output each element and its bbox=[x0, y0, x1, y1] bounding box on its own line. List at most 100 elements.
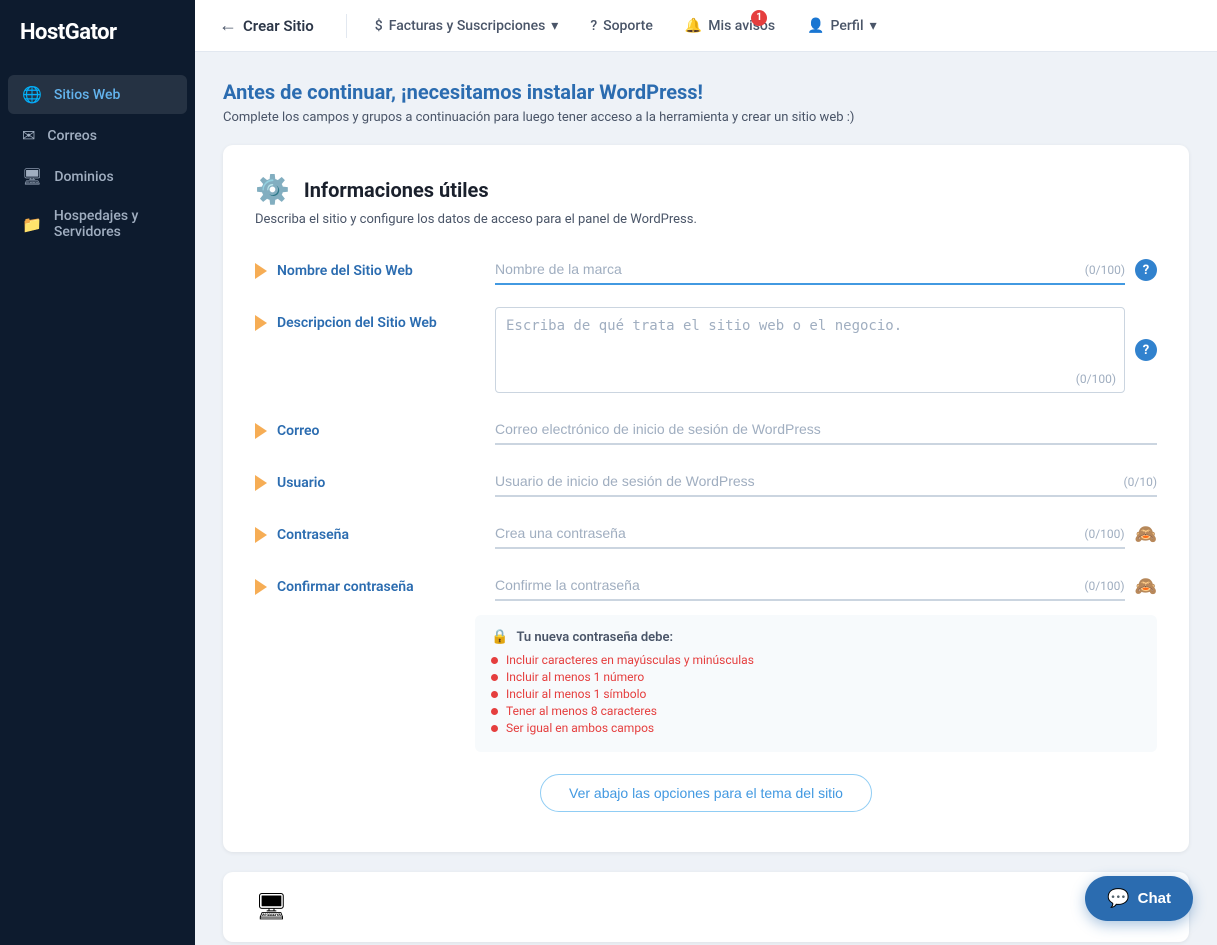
notifications-nav-item[interactable]: 🔔 1 Mis avisos bbox=[673, 12, 787, 40]
sidebar-item-label: Hospedajes y Servidores bbox=[54, 208, 173, 240]
sidebar-item-hospedajes[interactable]: 📁 Hospedajes y Servidores bbox=[8, 198, 187, 250]
main-area: ← Crear Sitio $ Facturas y Suscripciones… bbox=[195, 0, 1217, 945]
form-label-col-site-desc: Descripcion del Sitio Web bbox=[255, 307, 475, 331]
confirmar-contrasena-input[interactable] bbox=[495, 571, 1125, 599]
label-correo: Correo bbox=[277, 423, 319, 439]
billing-chevron-icon: ▾ bbox=[551, 18, 558, 34]
label-confirmar-contrasena: Confirmar contraseña bbox=[277, 579, 414, 595]
site-name-count: (0/100) bbox=[1085, 263, 1125, 277]
site-desc-help-icon[interactable]: ? bbox=[1135, 339, 1157, 361]
sidebar-item-label: Dominios bbox=[54, 169, 113, 185]
pwd-req-text-4: Tener al menos 8 caracteres bbox=[506, 704, 657, 718]
content-area: Antes de continuar, ¡necesitamos instala… bbox=[195, 52, 1217, 945]
form-label-col-confirmar-contrasena: Confirmar contraseña bbox=[255, 571, 475, 595]
flag-icon-confirmar-contrasena bbox=[255, 579, 267, 595]
pwd-req-3: Incluir al menos 1 símbolo bbox=[491, 687, 1141, 701]
pwd-requirements-header: 🔒 Tu nueva contraseña debe: bbox=[491, 629, 1141, 645]
billing-nav-item[interactable]: $ Facturas y Suscripciones ▾ bbox=[363, 12, 571, 40]
notification-count-badge: 1 bbox=[751, 10, 767, 26]
label-contrasena: Contraseña bbox=[277, 527, 349, 543]
req-dot-1 bbox=[491, 657, 498, 664]
page-header: Antes de continuar, ¡necesitamos instala… bbox=[223, 80, 1189, 125]
back-button[interactable]: ← Crear Sitio bbox=[219, 15, 330, 36]
usuario-input[interactable] bbox=[495, 467, 1157, 495]
toggle-confirm-password-icon[interactable]: 🙈 bbox=[1135, 576, 1157, 597]
flag-icon-correo bbox=[255, 423, 267, 439]
desktop-icon: 🖥 bbox=[22, 167, 42, 186]
billing-icon: $ bbox=[375, 18, 383, 34]
form-label-col-contrasena: Contraseña bbox=[255, 519, 475, 543]
sidebar-item-sitios-web[interactable]: 🌐 Sitios Web bbox=[8, 75, 187, 114]
label-site-name: Nombre del Sitio Web bbox=[277, 263, 413, 279]
site-name-help-icon[interactable]: ? bbox=[1135, 259, 1157, 281]
contrasena-input[interactable] bbox=[495, 519, 1125, 547]
bottom-card-icon: 🖥 bbox=[255, 892, 288, 922]
flag-icon-contrasena bbox=[255, 527, 267, 543]
pwd-req-2: Incluir al menos 1 número bbox=[491, 670, 1141, 684]
bottom-card-partial: 🖥 bbox=[223, 872, 1189, 942]
page-title: Antes de continuar, ¡necesitamos instala… bbox=[223, 80, 1189, 104]
sidebar-item-correos[interactable]: ✉ Correos bbox=[8, 116, 187, 155]
chat-icon: 💬 bbox=[1107, 888, 1129, 909]
site-desc-count: (0/100) bbox=[1076, 372, 1116, 386]
pwd-req-text-2: Incluir al menos 1 número bbox=[506, 670, 644, 684]
form-row-site-desc: Descripcion del Sitio Web (0/100) ? bbox=[255, 307, 1157, 393]
sidebar: HostGator 🌐 Sitios Web ✉ Correos 🖥 Domin… bbox=[0, 0, 195, 945]
input-wrapper-confirmar-contrasena: (0/100) bbox=[495, 571, 1125, 601]
see-more-button[interactable]: Ver abajo las opciones para el tema del … bbox=[540, 774, 872, 812]
toggle-password-icon[interactable]: 🙈 bbox=[1135, 524, 1157, 545]
input-wrapper-usuario: (0/10) bbox=[495, 467, 1157, 497]
pwd-req-text-3: Incluir al menos 1 símbolo bbox=[506, 687, 646, 701]
profile-icon: 👤 bbox=[807, 18, 824, 34]
form-field-col-site-desc: (0/100) ? bbox=[495, 307, 1157, 393]
sidebar-item-label: Sitios Web bbox=[54, 87, 120, 103]
req-dot-3 bbox=[491, 691, 498, 698]
support-nav-item[interactable]: ? Soporte bbox=[578, 12, 665, 40]
pwd-req-5: Ser igual en ambos campos bbox=[491, 721, 1141, 735]
input-wrapper-contrasena: (0/100) bbox=[495, 519, 1125, 549]
pwd-req-text-1: Incluir caracteres en mayúsculas y minús… bbox=[506, 653, 754, 667]
req-dot-2 bbox=[491, 674, 498, 681]
form-row-usuario: Usuario (0/10) bbox=[255, 467, 1157, 497]
label-site-desc: Descripcion del Sitio Web bbox=[277, 315, 437, 331]
usuario-count: (0/10) bbox=[1124, 475, 1157, 489]
form-row-site-name: Nombre del Sitio Web (0/100) ? bbox=[255, 255, 1157, 285]
profile-label: Perfil bbox=[831, 18, 864, 34]
card-title: Informaciones útiles bbox=[304, 178, 489, 202]
sidebar-item-label: Correos bbox=[47, 128, 97, 144]
sidebar-item-dominios[interactable]: 🖥 Dominios bbox=[8, 157, 187, 196]
chat-button[interactable]: 💬 Chat bbox=[1085, 876, 1193, 921]
chat-label: Chat bbox=[1138, 890, 1171, 907]
form-label-col-correo: Correo bbox=[255, 415, 475, 439]
support-icon: ? bbox=[590, 18, 597, 34]
page-subtitle: Complete los campos y grupos a continuac… bbox=[223, 110, 1189, 125]
flag-icon-site-desc bbox=[255, 315, 267, 331]
folder-icon: 📁 bbox=[22, 215, 42, 234]
page-title-prefix: Antes de continuar, bbox=[223, 80, 401, 104]
form-row-contrasena: Contraseña (0/100) 🙈 bbox=[255, 519, 1157, 549]
pwd-req-text-5: Ser igual en ambos campos bbox=[506, 721, 654, 735]
page-title-highlight: ¡necesitamos instalar WordPress! bbox=[401, 80, 703, 104]
form-row-confirmar-contrasena: Confirmar contraseña (0/100) 🙈 bbox=[255, 571, 1157, 601]
pwd-header-text: Tu nueva contraseña debe: bbox=[516, 630, 673, 645]
form-row-correo: Correo bbox=[255, 415, 1157, 445]
support-label: Soporte bbox=[603, 18, 653, 34]
pwd-req-4: Tener al menos 8 caracteres bbox=[491, 704, 1141, 718]
info-card: ⚙️ Informaciones útiles Describa el siti… bbox=[223, 145, 1189, 852]
form-label-col-site-name: Nombre del Sitio Web bbox=[255, 255, 475, 279]
pwd-req-1: Incluir caracteres en mayúsculas y minús… bbox=[491, 653, 1141, 667]
logo-text: HostGator bbox=[20, 20, 117, 45]
correo-input[interactable] bbox=[495, 415, 1157, 443]
req-dot-5 bbox=[491, 725, 498, 732]
site-desc-input[interactable] bbox=[496, 308, 1124, 388]
back-arrow-icon: ← bbox=[219, 15, 237, 36]
topnav: ← Crear Sitio $ Facturas y Suscripciones… bbox=[195, 0, 1217, 52]
contrasena-count: (0/100) bbox=[1084, 527, 1124, 541]
profile-nav-item[interactable]: 👤 Perfil ▾ bbox=[795, 12, 889, 40]
globe-icon: 🌐 bbox=[22, 85, 42, 104]
form-field-col-usuario: (0/10) bbox=[495, 467, 1157, 497]
textarea-wrapper-site-desc: (0/100) bbox=[495, 307, 1125, 393]
password-requirements: 🔒 Tu nueva contraseña debe: Incluir cara… bbox=[475, 615, 1157, 752]
site-name-input[interactable] bbox=[495, 255, 1125, 283]
lock-icon: 🔒 bbox=[491, 629, 508, 645]
